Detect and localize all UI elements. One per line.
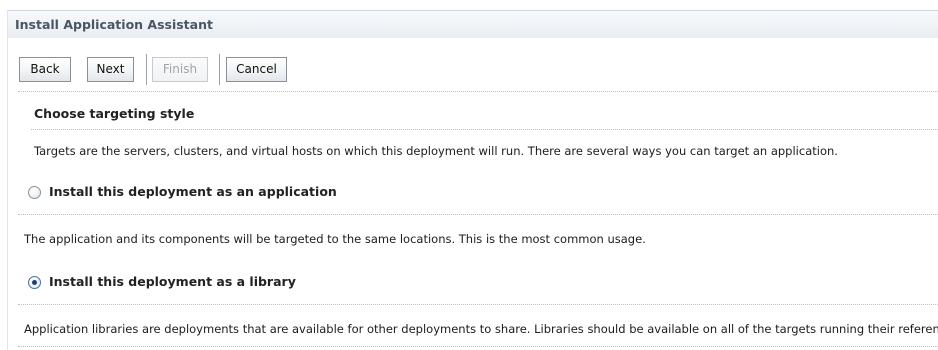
toolbar-separator <box>146 54 147 85</box>
divider <box>31 129 938 130</box>
assistant-titlebar: Install Application Assistant <box>7 10 938 38</box>
install-as-library-label[interactable]: Install this deployment as a library <box>49 274 296 289</box>
divider <box>18 346 938 347</box>
assistant-title: Install Application Assistant <box>15 17 213 32</box>
install-application-assistant: Install Application Assistant Back Next … <box>0 0 938 350</box>
divider <box>18 91 938 92</box>
section-heading: Choose targeting style <box>34 106 195 121</box>
install-as-library-radio[interactable] <box>28 276 41 289</box>
back-button[interactable]: Back <box>19 57 71 82</box>
finish-button[interactable]: Finish <box>152 57 208 82</box>
next-button[interactable]: Next <box>87 57 134 82</box>
install-as-application-radio[interactable] <box>28 186 41 199</box>
divider <box>18 214 938 215</box>
toolbar-separator <box>219 54 220 85</box>
section-description: Targets are the servers, clusters, and v… <box>34 144 838 158</box>
install-as-application-label[interactable]: Install this deployment as an applicatio… <box>49 184 337 199</box>
radio-selected-dot <box>32 280 37 285</box>
install-as-application-description: The application and its components will … <box>24 232 646 246</box>
divider <box>18 304 938 305</box>
install-as-library-description: Application libraries are deployments th… <box>24 322 938 336</box>
cancel-button[interactable]: Cancel <box>226 57 287 82</box>
